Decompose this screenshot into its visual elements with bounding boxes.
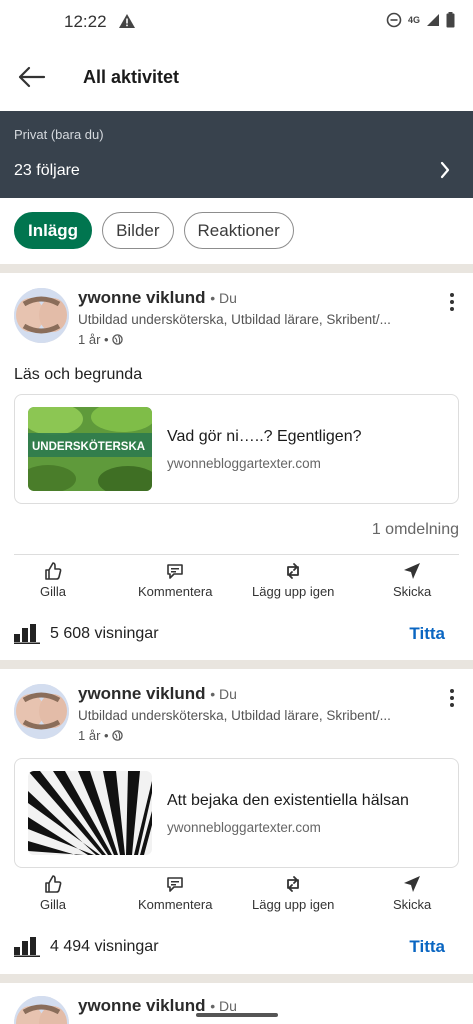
globe-icon — [111, 334, 123, 345]
author-name-text: ywonne viklund — [78, 288, 206, 307]
like-button[interactable]: Gilla — [40, 874, 66, 912]
post-views[interactable]: 5 608 visningar — [14, 624, 159, 644]
status-bar: 12:22 4G — [0, 0, 473, 45]
you-badge: • Du — [210, 686, 237, 702]
post-age: 1 år • — [78, 332, 109, 347]
avatar-image — [14, 288, 69, 343]
link-preview[interactable]: UNDERSKÖTERSKA Vad gör ni…..? Egentligen… — [14, 394, 459, 504]
network-type: 4G — [408, 14, 421, 25]
divider — [0, 264, 473, 273]
author-name[interactable]: ywonne viklund • Du — [78, 684, 237, 704]
repost-label: Lägg upp igen — [252, 897, 335, 912]
do-not-disturb-icon — [386, 12, 402, 28]
you-badge: • Du — [210, 998, 237, 1014]
author-headline: Utbildad undersköterska, Utbildad lärare… — [78, 312, 391, 327]
like-label: Gilla — [40, 584, 67, 599]
link-domain: ywonnebloggartexter.com — [167, 820, 321, 835]
link-thumbnail: UNDERSKÖTERSKA — [28, 407, 152, 491]
repost-label: Lägg upp igen — [252, 584, 335, 599]
action-bar: Gilla Kommentera Lägg upp igen Skicka — [0, 561, 473, 611]
repost-icon — [287, 876, 300, 892]
divider — [0, 660, 473, 669]
divider — [0, 974, 473, 983]
post-meta: 1 år • — [78, 332, 123, 347]
send-icon — [404, 563, 421, 579]
filter-images[interactable]: Bilder — [102, 212, 174, 249]
author-name[interactable]: ywonne viklund • Du — [78, 288, 237, 308]
link-thumbnail — [28, 771, 152, 855]
thumbnail-text: UNDERSKÖTERSKA — [32, 440, 145, 453]
post-text: Läs och begrunda — [14, 366, 143, 383]
views-count: 4 494 visningar — [50, 938, 159, 955]
post-meta: 1 år • — [78, 728, 123, 743]
avatar[interactable] — [14, 996, 69, 1024]
separator — [14, 554, 459, 555]
more-options-icon[interactable] — [447, 292, 457, 312]
post-age: 1 år • — [78, 728, 109, 743]
view-analytics-button[interactable]: Titta — [409, 624, 445, 644]
author-headline: Utbildad undersköterska, Utbildad lärare… — [78, 708, 391, 723]
avatar-image — [14, 996, 69, 1024]
send-button[interactable]: Skicka — [393, 561, 431, 599]
privacy-label: Privat (bara du) — [14, 127, 104, 142]
status-time: 12:22 — [64, 12, 107, 31]
link-preview[interactable]: Att bejaka den existentiella hälsan ywon… — [14, 758, 459, 868]
comment-icon — [167, 564, 184, 579]
back-arrow-icon[interactable] — [16, 65, 46, 89]
battery-icon — [446, 12, 455, 28]
share-count[interactable]: 1 omdelning — [372, 521, 459, 539]
warning-icon — [119, 14, 135, 28]
comment-icon — [167, 877, 184, 892]
like-button[interactable]: Gilla — [40, 561, 66, 599]
send-button[interactable]: Skicka — [393, 874, 431, 912]
bar-chart-icon — [14, 624, 40, 644]
post-card: ywonne viklund • Du Utbildad undersköter… — [0, 669, 473, 974]
filter-reactions[interactable]: Reaktioner — [183, 212, 294, 249]
avatar[interactable] — [14, 288, 69, 343]
avatar[interactable] — [14, 684, 69, 739]
signal-icon — [427, 14, 439, 26]
views-count: 5 608 visningar — [50, 625, 159, 642]
page-title: All aktivitet — [83, 67, 180, 87]
thumbs-up-icon — [45, 562, 62, 580]
filter-posts[interactable]: Inlägg — [14, 212, 93, 249]
action-bar: Gilla Kommentera Lägg upp igen Skicka — [0, 874, 473, 924]
post-card: ywonne viklund • Du Utbildad undersköter… — [0, 273, 473, 660]
repost-button[interactable]: Lägg upp igen — [252, 561, 334, 599]
comment-button[interactable]: Kommentera — [138, 561, 212, 599]
gesture-nav-handle[interactable] — [196, 1013, 278, 1017]
repost-icon — [287, 563, 300, 579]
view-analytics-button[interactable]: Titta — [409, 937, 445, 957]
author-name-text: ywonne viklund — [78, 684, 206, 703]
globe-icon — [111, 730, 123, 741]
link-title: Vad gör ni…..? Egentligen? — [167, 428, 362, 445]
comment-button[interactable]: Kommentera — [138, 874, 212, 912]
followers-count: 23 följare — [14, 162, 80, 179]
repost-button[interactable]: Lägg upp igen — [252, 874, 334, 912]
link-title: Att bejaka den existentiella hälsan — [167, 792, 409, 809]
privacy-banner[interactable]: Privat (bara du) 23 följare — [0, 111, 473, 198]
like-label: Gilla — [40, 897, 67, 912]
filter-bar: Inlägg Bilder Reaktioner — [0, 198, 473, 264]
avatar-image — [14, 684, 69, 739]
send-label: Skicka — [393, 897, 432, 912]
comment-label: Kommentera — [138, 897, 213, 912]
bar-chart-icon — [14, 937, 40, 957]
post-card: ywonne viklund • Du — [0, 983, 473, 1024]
app-bar: All aktivitet — [0, 45, 473, 111]
chevron-right-icon — [440, 161, 450, 179]
send-label: Skicka — [393, 584, 432, 599]
link-domain: ywonnebloggartexter.com — [167, 456, 321, 471]
you-badge: • Du — [210, 290, 237, 306]
post-views[interactable]: 4 494 visningar — [14, 937, 159, 957]
thumbs-up-icon — [45, 875, 62, 893]
author-name-text: ywonne viklund — [78, 996, 206, 1015]
comment-label: Kommentera — [138, 584, 213, 599]
more-options-icon[interactable] — [447, 688, 457, 708]
send-icon — [404, 876, 421, 892]
